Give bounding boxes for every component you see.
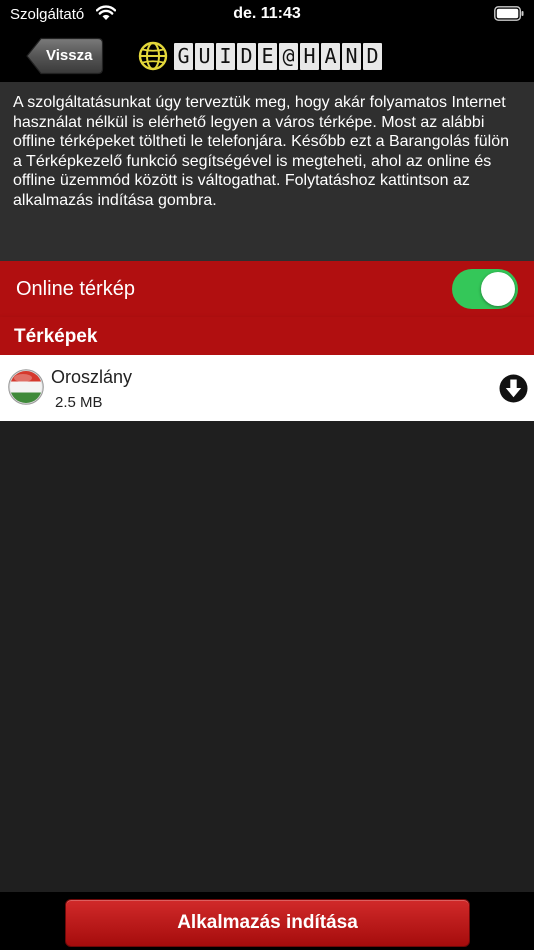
back-button-label: Vissza xyxy=(46,47,93,64)
toggle-knob xyxy=(481,272,515,306)
intro-panel: A szolgáltatásunkat úgy terveztük meg, h… xyxy=(0,82,534,261)
logo-letter: H xyxy=(300,42,319,70)
start-app-button[interactable]: Alkalmazás indítása xyxy=(65,899,470,947)
map-name: Oroszlány xyxy=(51,367,133,387)
logo-letter: I xyxy=(216,42,235,70)
battery-icon xyxy=(494,6,524,21)
intro-text: A szolgáltatásunkat úgy terveztük meg, h… xyxy=(13,94,510,209)
app-logo: G U I D E @ H A N D xyxy=(138,40,382,72)
logo-letter: A xyxy=(321,42,340,70)
status-bar: Szolgáltató de. 11:43 xyxy=(0,0,534,28)
logo-letter: N xyxy=(342,42,361,70)
hungary-flag-icon xyxy=(8,369,44,405)
clock: de. 11:43 xyxy=(233,5,301,22)
logo-letter: E xyxy=(258,42,277,70)
logo-letter: D xyxy=(363,42,382,70)
map-size: 2.5 MB xyxy=(55,394,103,411)
map-list-item[interactable]: Oroszlány 2.5 MB xyxy=(0,355,534,421)
online-map-label: Online térkép xyxy=(16,278,135,300)
download-icon[interactable] xyxy=(499,374,528,403)
logo-letter: G xyxy=(174,42,193,70)
online-map-toggle[interactable] xyxy=(452,269,518,309)
logo-letter: D xyxy=(237,42,256,70)
maps-section-header: Térképek xyxy=(0,317,534,355)
start-app-button-label: Alkalmazás indítása xyxy=(177,912,358,933)
navigation-bar: Vissza G U I D E @ H A N D xyxy=(0,28,534,82)
logo-letter: U xyxy=(195,42,214,70)
maps-section-title: Térképek xyxy=(14,326,98,347)
logo-letter: @ xyxy=(279,42,298,70)
back-button[interactable]: Vissza xyxy=(26,37,104,75)
logo-wordmark: G U I D E @ H A N D xyxy=(174,42,382,70)
globe-icon xyxy=(138,41,168,71)
